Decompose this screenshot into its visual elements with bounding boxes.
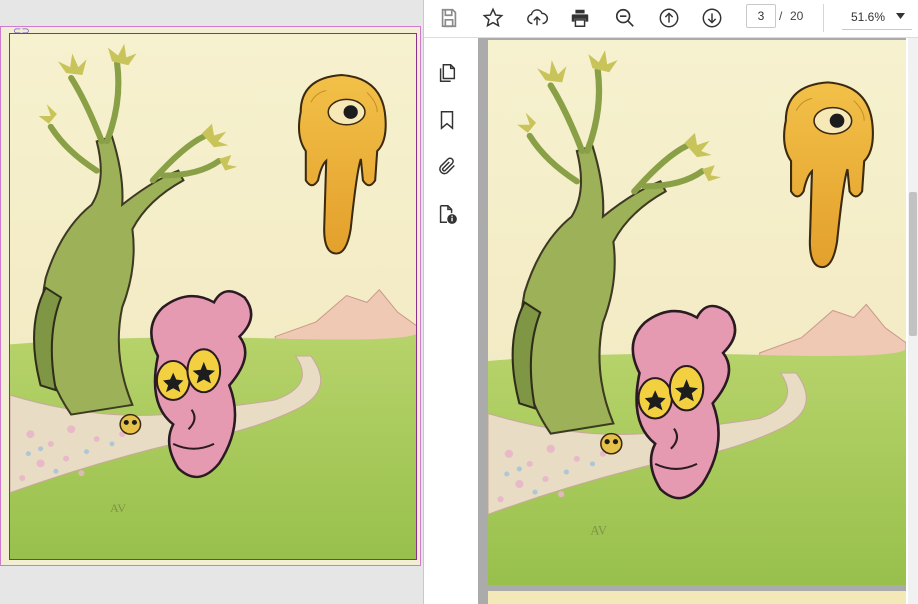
page-total: 20 [790, 9, 804, 23]
viewer-toolbar: 3 / 20 51.6% [424, 0, 918, 38]
artboard-frame[interactable]: ⊂⊃ [0, 26, 421, 566]
dripping-eye-blob-icon [488, 40, 906, 585]
artwork-canvas[interactable] [9, 33, 417, 560]
document-info-icon[interactable] [434, 201, 460, 227]
page-separator: / [779, 9, 783, 23]
paperclip-icon[interactable] [434, 153, 460, 179]
side-tool-panel [424, 38, 470, 604]
scrollbar-thumb[interactable] [909, 192, 917, 336]
zoom-dropdown[interactable]: 51.6% [842, 4, 912, 30]
copy-pages-icon[interactable] [434, 60, 460, 86]
editor-pane: ⊂⊃ [0, 0, 424, 604]
upload-cloud-icon[interactable] [522, 4, 552, 32]
document-view[interactable] [478, 38, 906, 604]
toolbar-separator [823, 4, 824, 32]
star-icon[interactable] [478, 4, 508, 32]
pdf-page[interactable] [488, 40, 906, 585]
next-pdf-page[interactable] [488, 591, 906, 604]
chevron-down-icon [896, 13, 905, 19]
pdf-viewer: 3 / 20 51.6% [424, 0, 918, 604]
print-icon[interactable] [565, 4, 595, 32]
zoom-out-icon[interactable] [610, 4, 640, 32]
arrow-up-circle-icon[interactable] [654, 4, 684, 32]
save-icon[interactable] [434, 4, 464, 32]
zoom-value: 51.6% [851, 10, 886, 24]
page-number-input[interactable]: 3 [746, 4, 776, 28]
bookmark-icon[interactable] [434, 107, 460, 133]
vertical-scrollbar[interactable] [908, 38, 918, 604]
tree-icon [10, 34, 417, 560]
arrow-down-circle-icon[interactable] [697, 4, 727, 32]
